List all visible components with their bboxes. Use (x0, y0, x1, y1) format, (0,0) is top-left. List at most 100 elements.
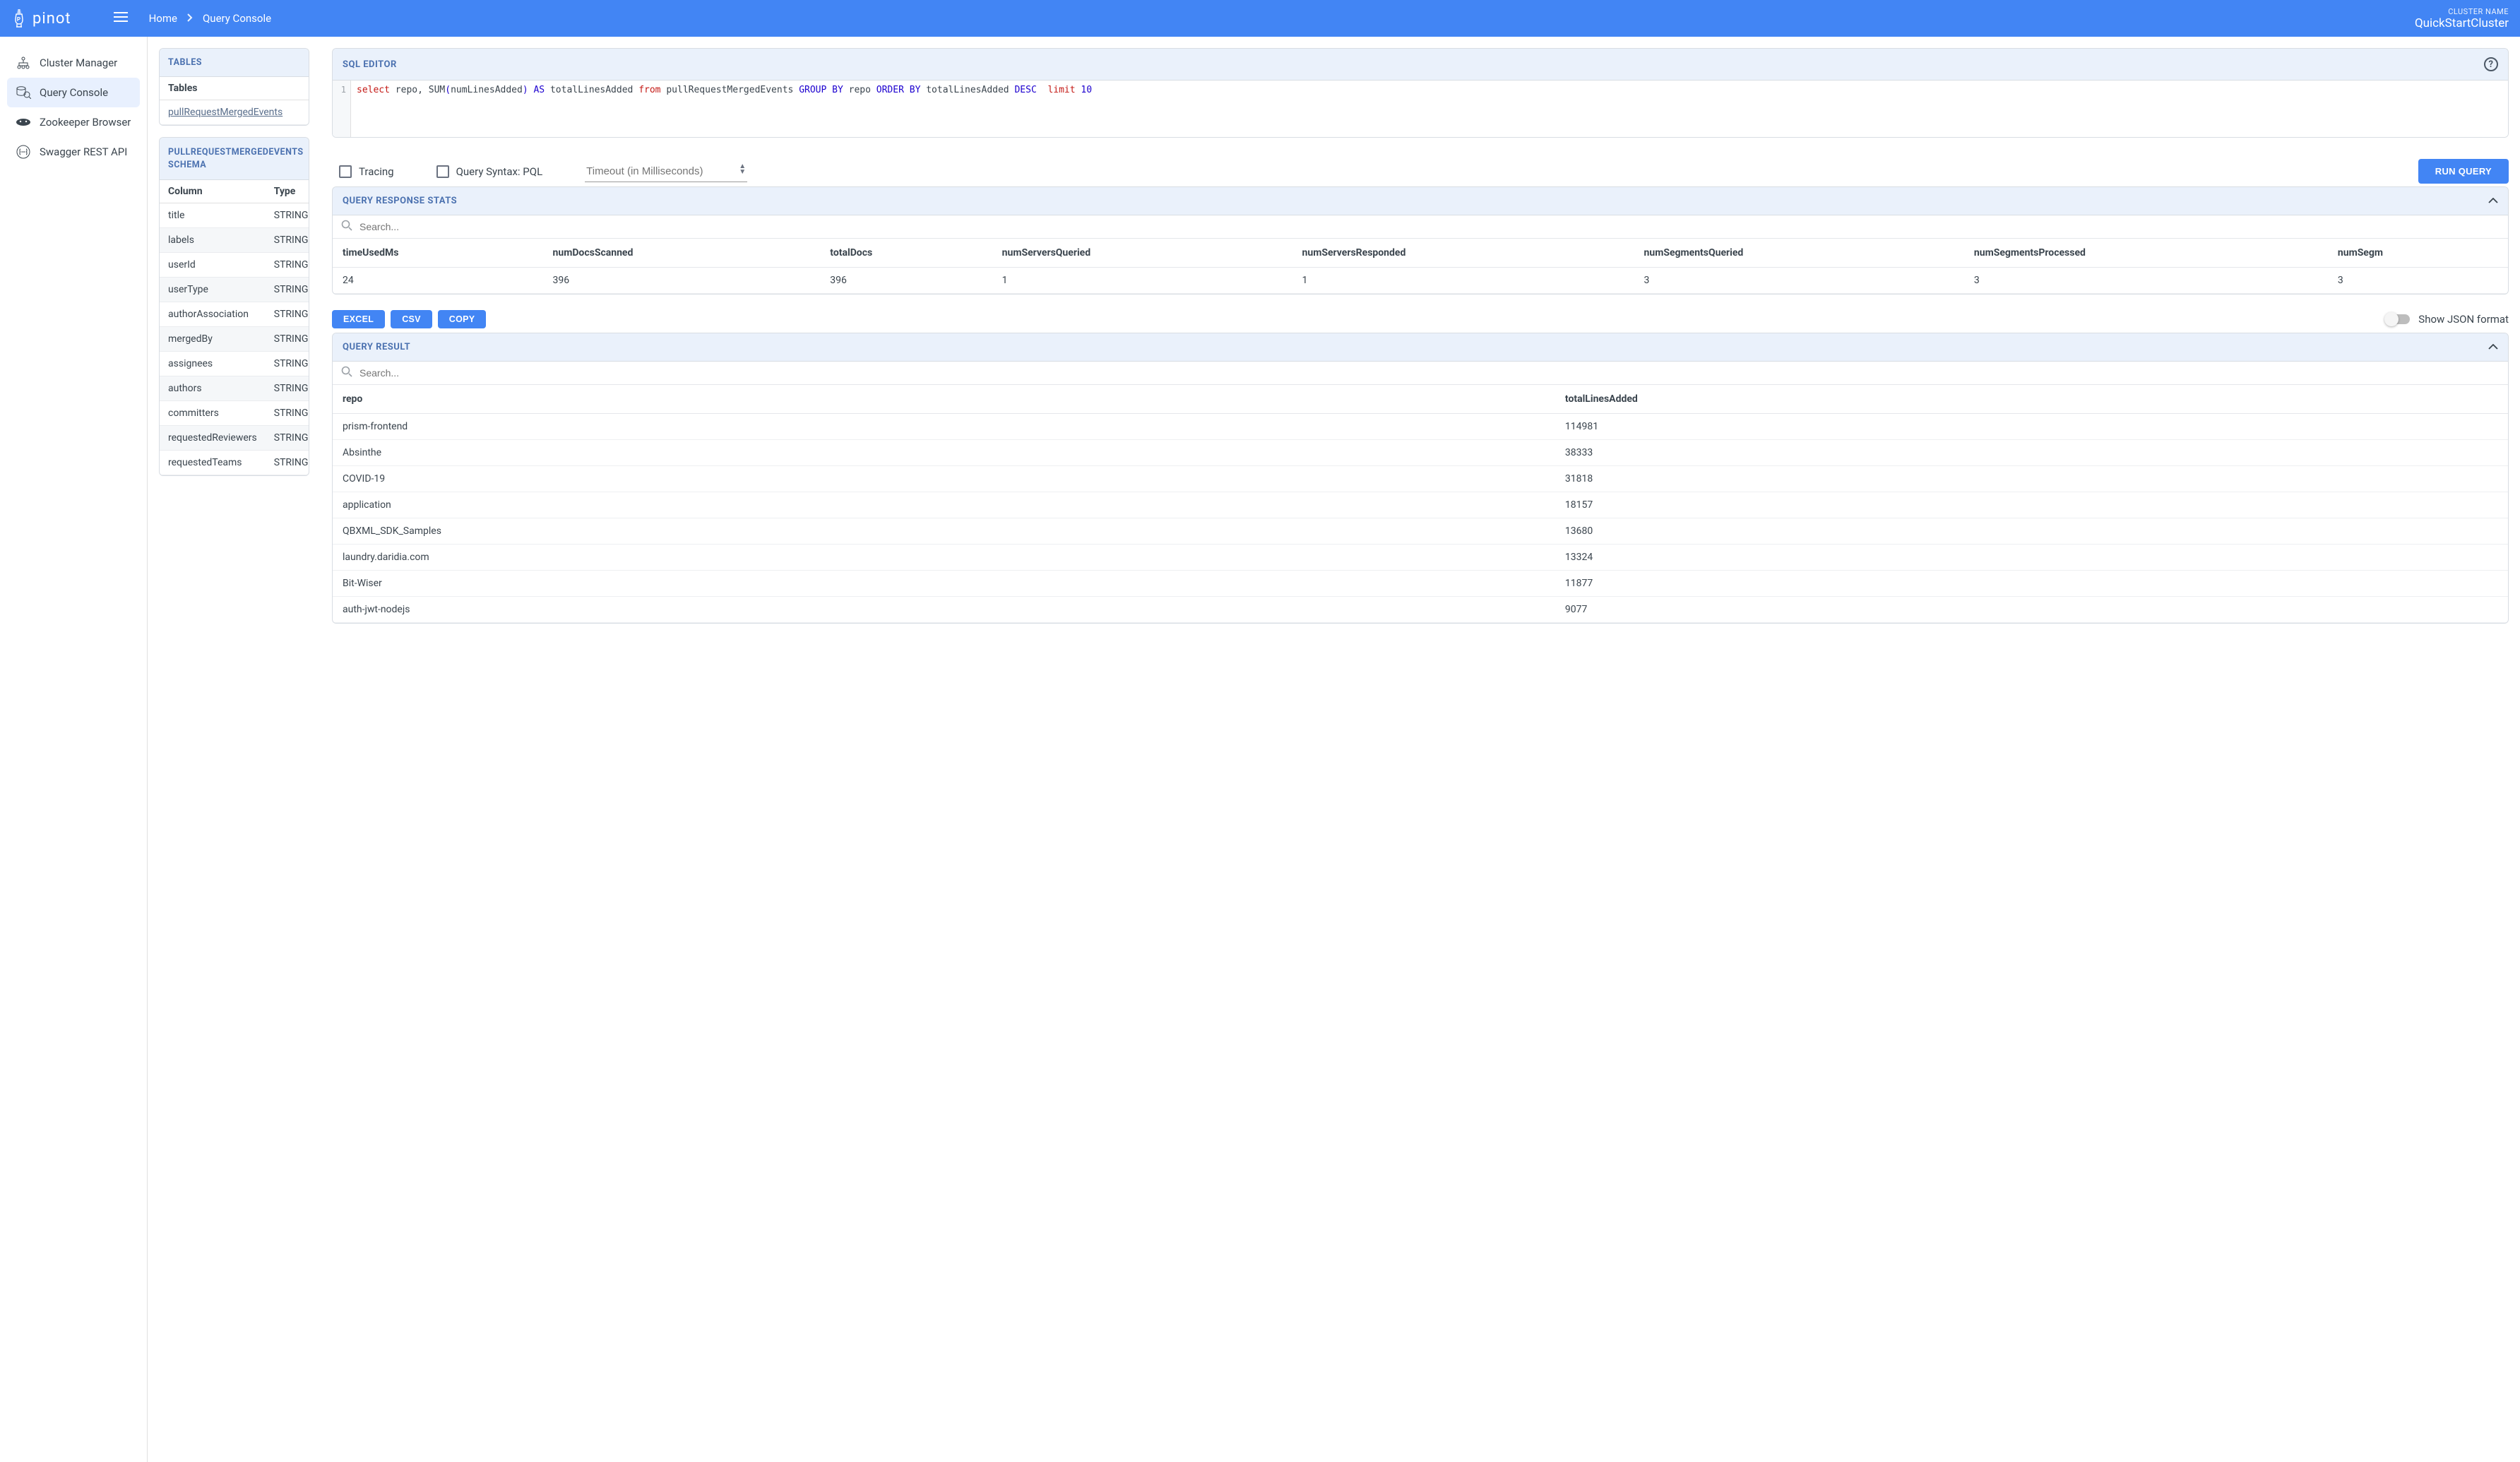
json-toggle-label: Show JSON format (2418, 313, 2509, 326)
tracing-label: Tracing (359, 165, 394, 178)
schema-col-type: STRING (266, 253, 309, 278)
table-row: prism-frontend114981 (333, 414, 2508, 440)
result-header: QUERY RESULT (333, 333, 2508, 362)
stats-col: numSegmentsProcessed (1964, 239, 2328, 268)
schema-col-name: assignees (160, 352, 266, 376)
zookeeper-icon (16, 114, 31, 130)
stats-col: numSegm (2328, 239, 2508, 268)
tables-card: TABLES Tables pullRequestMergedEvents (159, 48, 309, 126)
sql-code[interactable]: select repo, SUM(numLinesAdded) AS total… (351, 81, 2508, 137)
chevron-up-icon[interactable] (2488, 342, 2498, 352)
schema-col-name: authorAssociation (160, 302, 266, 327)
schema-col-type: STRING (266, 352, 309, 376)
sql-editor[interactable]: 1 select repo, SUM(numLinesAdded) AS tot… (333, 81, 2508, 137)
schema-col-name: requestedReviewers (160, 426, 266, 451)
schema-col-type: STRING (266, 327, 309, 352)
table-row: authorsSTRING (160, 376, 309, 401)
schema-col-name: userType (160, 278, 266, 302)
help-icon[interactable]: ? (2484, 57, 2498, 71)
schema-col-name: mergedBy (160, 327, 266, 352)
cluster-label: CLUSTER NAME (2415, 7, 2509, 16)
stats-cell: 1 (992, 268, 1292, 294)
sql-editor-card: SQL EDITOR ? 1 select repo, SUM(numLines… (332, 48, 2509, 138)
schema-table: Column Type titleSTRINGlabelsSTRINGuserI… (160, 180, 309, 475)
stats-search-row (333, 215, 2508, 239)
copy-button[interactable]: COPY (438, 310, 487, 328)
sidebar-item-label: Swagger REST API (40, 145, 127, 158)
stats-search-input[interactable] (359, 220, 2500, 234)
schema-col-type: STRING (266, 278, 309, 302)
timeout-input[interactable] (585, 161, 747, 182)
result-val: 38333 (1555, 440, 2508, 466)
app-header: P pinot Home Query Console CLUSTER NAME … (0, 0, 2520, 37)
table-row: COVID-1931818 (333, 466, 2508, 492)
result-col-repo: repo (333, 385, 1555, 414)
tracing-checkbox[interactable]: Tracing (339, 165, 394, 178)
table-row: 2439639611333 (333, 268, 2508, 294)
run-query-button[interactable]: RUN QUERY (2418, 159, 2509, 184)
table-row: requestedTeamsSTRING (160, 451, 309, 475)
stats-table: timeUsedMsnumDocsScannedtotalDocsnumServ… (333, 239, 2508, 294)
pql-checkbox[interactable]: Query Syntax: PQL (436, 165, 543, 178)
result-title: QUERY RESULT (343, 342, 410, 352)
pinot-logo-icon: P (11, 8, 27, 28)
stats-cell: 396 (820, 268, 992, 294)
tables-header: TABLES (160, 49, 309, 77)
timeout-field-wrap: ▲▼ (585, 161, 747, 182)
result-repo: auth-jwt-nodejs (333, 597, 1555, 623)
schema-col-name: title (160, 203, 266, 228)
checkbox-icon (339, 165, 352, 178)
table-row: assigneesSTRING (160, 352, 309, 376)
stats-title: QUERY RESPONSE STATS (343, 196, 457, 206)
result-search-input[interactable] (359, 366, 2500, 380)
stepper-icon[interactable]: ▲▼ (739, 164, 746, 175)
result-val: 18157 (1555, 492, 2508, 518)
chevron-up-icon[interactable] (2488, 196, 2498, 206)
schema-col-type: STRING (266, 228, 309, 253)
breadcrumb-home[interactable]: Home (149, 12, 177, 25)
sidebar-item-label: Cluster Manager (40, 57, 117, 69)
schema-col-type: Type (266, 180, 309, 203)
excel-button[interactable]: EXCEL (332, 310, 385, 328)
stats-cell: 396 (543, 268, 821, 294)
schema-col-type: STRING (266, 451, 309, 475)
table-row: authorAssociationSTRING (160, 302, 309, 327)
json-switch[interactable] (2386, 314, 2410, 324)
result-col-total: totalLinesAdded (1555, 385, 2508, 414)
result-repo: COVID-19 (333, 466, 1555, 492)
sidebar-item-swagger[interactable]: Swagger REST API (7, 137, 140, 167)
cluster-icon (16, 55, 31, 71)
table-link[interactable]: pullRequestMergedEvents (168, 107, 283, 118)
svg-text:P: P (17, 16, 21, 23)
result-table: repo totalLinesAdded prism-frontend11498… (333, 385, 2508, 623)
sidebar-item-zookeeper[interactable]: Zookeeper Browser (7, 107, 140, 137)
result-repo: QBXML_SDK_Samples (333, 518, 1555, 545)
hamburger-icon[interactable] (114, 12, 128, 25)
table-row: userIdSTRING (160, 253, 309, 278)
stats-col: numSegmentsQueried (1634, 239, 1964, 268)
table-row: auth-jwt-nodejs9077 (333, 597, 2508, 623)
stats-col: numDocsScanned (543, 239, 821, 268)
stats-col: totalDocs (820, 239, 992, 268)
schema-col-type: STRING (266, 401, 309, 426)
sidebar: Cluster Manager Query Console Zookeeper … (0, 37, 148, 1462)
table-row: Absinthe38333 (333, 440, 2508, 466)
stats-header: QUERY RESPONSE STATS (333, 187, 2508, 215)
breadcrumb: Home Query Console (149, 12, 271, 25)
result-val: 11877 (1555, 571, 2508, 597)
controls-row: Tracing Query Syntax: PQL ▲▼ RUN QUERY (332, 149, 2509, 186)
result-val: 31818 (1555, 466, 2508, 492)
sidebar-item-cluster-manager[interactable]: Cluster Manager (7, 48, 140, 78)
csv-button[interactable]: CSV (391, 310, 432, 328)
sql-editor-title: SQL EDITOR (343, 59, 397, 70)
table-row: labelsSTRING (160, 228, 309, 253)
export-row: EXCEL CSV COPY Show JSON format (332, 306, 2509, 333)
stats-cell: 1 (1292, 268, 1634, 294)
schema-col-name: labels (160, 228, 266, 253)
table-row[interactable]: pullRequestMergedEvents (160, 100, 309, 125)
result-repo: prism-frontend (333, 414, 1555, 440)
table-row: QBXML_SDK_Samples13680 (333, 518, 2508, 545)
result-repo: laundry.daridia.com (333, 545, 1555, 571)
sidebar-item-query-console[interactable]: Query Console (7, 78, 140, 107)
stats-col: numServersQueried (992, 239, 1292, 268)
